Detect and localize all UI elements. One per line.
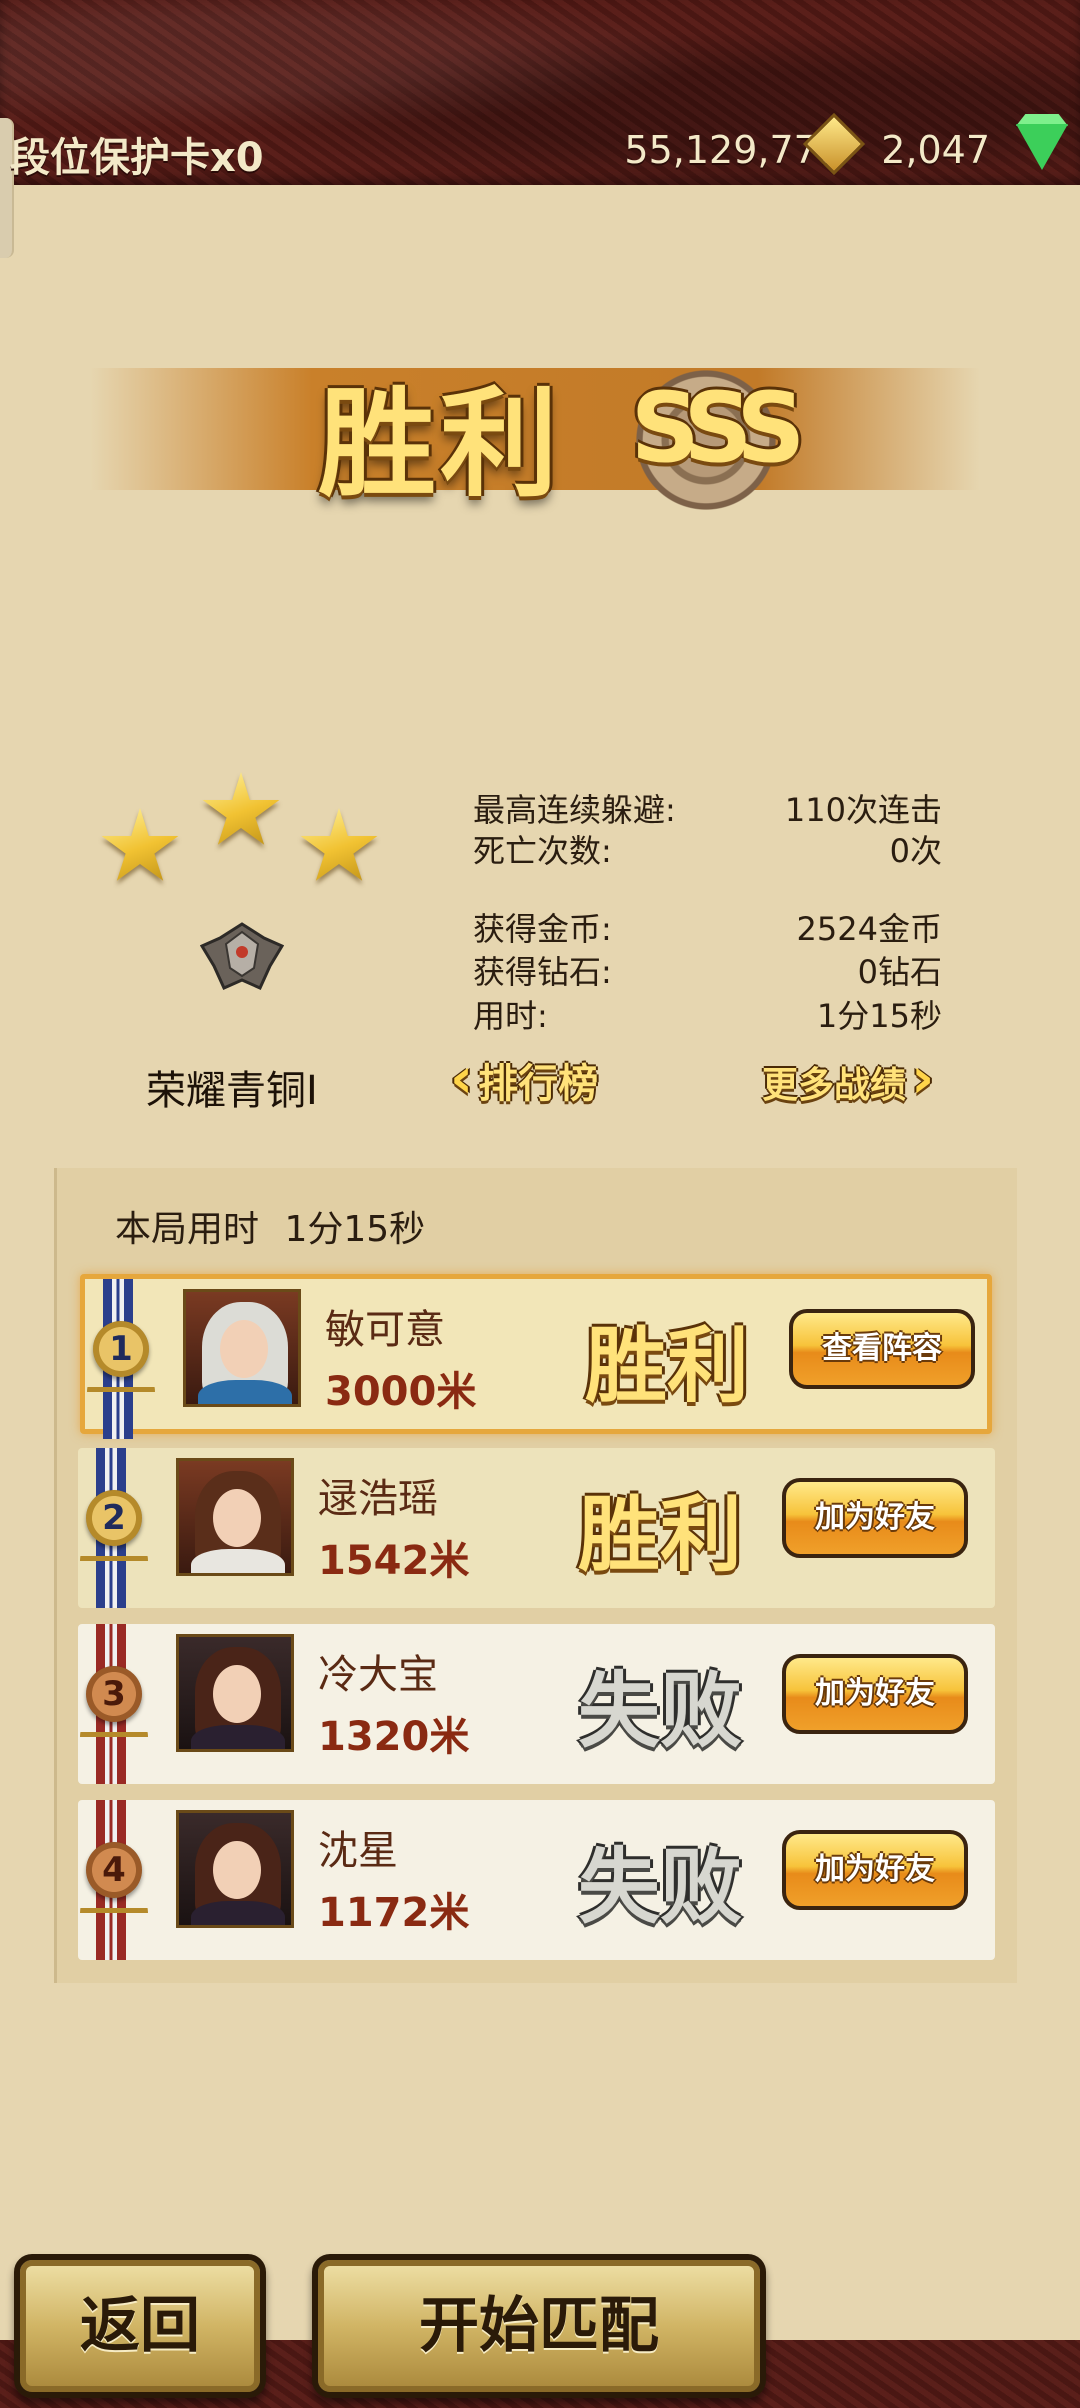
- protection-card-count: 段位保护卡x0: [10, 135, 264, 181]
- stat-label: 死亡次数:: [473, 832, 612, 870]
- rank-medal-icon: 4: [86, 1842, 142, 1898]
- stat-value: 2524金币: [796, 910, 942, 948]
- player-name: 敏可意: [325, 1307, 445, 1353]
- round-time-value: 1分15秒: [284, 1209, 426, 1250]
- player-distance: 1542米: [318, 1538, 470, 1584]
- result-label: 失败: [578, 1664, 743, 1759]
- more-records-link[interactable]: 更多战绩 ›: [762, 1046, 934, 1111]
- result-label: 胜利: [578, 1488, 743, 1583]
- star-icon: [100, 808, 180, 888]
- rank-medal-icon: 1: [93, 1321, 149, 1377]
- player-row: 2 逯浩瑶 1542米 胜利 加为好友: [78, 1448, 995, 1608]
- start-match-button[interactable]: 开始匹配: [312, 2254, 766, 2398]
- result-label: 胜利: [585, 1319, 750, 1414]
- stat-label: 获得金币:: [473, 910, 612, 948]
- grade-text: SSS: [630, 372, 806, 484]
- player-name: 逯浩瑶: [318, 1476, 438, 1522]
- star-icon: [201, 772, 281, 852]
- more-records-label: 更多战绩: [762, 1065, 907, 1106]
- stat-value: 0钻石: [857, 953, 942, 991]
- stat-value: 0次: [889, 832, 942, 870]
- round-time-label: 本局用时: [115, 1209, 260, 1250]
- add-friend-button[interactable]: 加为好友: [782, 1478, 968, 1558]
- avatar[interactable]: [183, 1289, 301, 1407]
- green-gem-icon: [1016, 124, 1068, 170]
- diamond-amount: 2,047: [881, 128, 990, 172]
- avatar[interactable]: [176, 1810, 294, 1928]
- avatar[interactable]: [176, 1458, 294, 1576]
- leaderboard-link[interactable]: ‹ 排行榜: [450, 1046, 598, 1111]
- back-button[interactable]: 返回: [14, 2254, 266, 2398]
- stat-value: 110次连击: [784, 791, 942, 829]
- rank-medal-icon: 2: [86, 1490, 142, 1546]
- avatar[interactable]: [176, 1634, 294, 1752]
- result-label: 失败: [578, 1840, 743, 1935]
- rank-medal-icon: 3: [86, 1666, 142, 1722]
- leaderboard-label: 排行榜: [478, 1061, 599, 1107]
- player-distance: 1320米: [318, 1714, 470, 1760]
- bronze-rank-emblem-icon: [200, 922, 284, 990]
- stat-value: 1分15秒: [816, 997, 942, 1035]
- player-row: 4 沈星 1172米 失败 加为好友: [78, 1800, 995, 1960]
- player-row: 3 冷大宝 1320米 失败 加为好友: [78, 1624, 995, 1784]
- add-friend-button[interactable]: 加为好友: [782, 1830, 968, 1910]
- add-friend-button[interactable]: 加为好友: [782, 1654, 968, 1734]
- player-name: 冷大宝: [318, 1652, 438, 1698]
- chevron-right-icon: ›: [911, 1046, 935, 1111]
- stat-label: 用时:: [473, 997, 548, 1035]
- player-name: 沈星: [318, 1828, 398, 1874]
- round-time: 本局用时 1分15秒: [115, 1200, 425, 1252]
- player-row: 1 敏可意 3000米 胜利 查看阵容: [80, 1274, 992, 1439]
- chevron-left-icon: ‹: [450, 1046, 474, 1111]
- star-icon: [299, 808, 379, 888]
- stat-label: 获得钻石:: [473, 953, 612, 991]
- player-distance: 1172米: [318, 1890, 470, 1936]
- player-distance: 3000米: [325, 1369, 477, 1415]
- rank-label: 荣耀青铜I: [146, 1068, 318, 1114]
- victory-title: 胜利: [318, 375, 563, 513]
- view-lineup-button[interactable]: 查看阵容: [789, 1309, 975, 1389]
- stat-label: 最高连续躲避:: [473, 791, 676, 829]
